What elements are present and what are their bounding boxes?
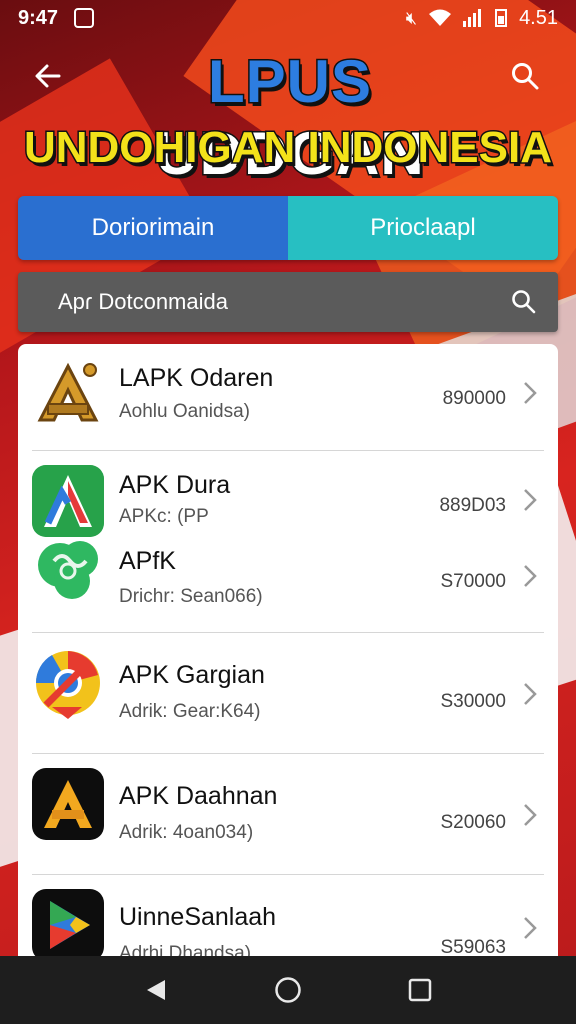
nav-recents-icon [408, 978, 432, 1002]
app-name: APfK [119, 547, 176, 575]
app-subtitle: APKc: (PP [119, 506, 209, 527]
app-name: APK Daahnan [119, 782, 278, 810]
tab-bar: Doriorimain Prioclaapl [18, 196, 558, 260]
app-name: APK Gargian [119, 661, 265, 689]
chevron-right-icon [524, 683, 537, 705]
gold-a-app-icon [37, 362, 99, 422]
chrome-like-app-icon [35, 651, 100, 719]
nav-recents-button[interactable] [405, 975, 435, 1005]
nav-home-button[interactable] [273, 975, 303, 1005]
search-icon [512, 63, 539, 90]
title-part-1: LPUS [206, 47, 373, 117]
page-subtitle: UNDOHIGAN INDONESIA [22, 122, 553, 174]
app-header: LPUS UDDGAN UNDOHIGAN INDONESIA [0, 40, 576, 190]
wifi-icon [429, 9, 452, 26]
app-name: APK Dura [119, 471, 231, 499]
tab-second[interactable]: Prioclaapl [288, 196, 558, 260]
status-time: 9:47 [18, 6, 59, 29]
play-store-icon [32, 889, 104, 956]
status-signal-text: 4.51 [519, 6, 558, 29]
app-price: S59063 [440, 937, 506, 956]
app-subtitle: Adrik: Gear:K64) [119, 701, 261, 722]
list-item[interactable]: UinneSanlaah Adrhi Dhandsa) S59063 [18, 875, 558, 956]
nav-back-icon [147, 980, 165, 1000]
app-price: 889D03 [439, 495, 506, 516]
status-bar: 9:47 🔇︎ 4.51 [0, 0, 576, 36]
chevron-right-icon [524, 917, 537, 939]
list-item[interactable]: APK Daahnan Adrik: 4oan034) S20060 [18, 754, 558, 874]
app-name: UinneSanlaah [119, 903, 277, 931]
list-item[interactable]: LAPK Odaren Aohlu Oanidsa) 890000 [18, 344, 558, 450]
chevron-right-icon [524, 489, 537, 511]
app-price: 890000 [442, 388, 506, 409]
list-item[interactable]: APfK Drichr: Sean066) S70000 [18, 531, 558, 631]
app-price: S70000 [440, 571, 506, 592]
nav-back-button[interactable] [141, 975, 171, 1005]
list-item[interactable]: APK Gargian Adrik: Gear:K64) S30000 [18, 633, 558, 753]
tab-first[interactable]: Doriorimain [18, 196, 288, 260]
search-input[interactable]: Apɾ Dotconmaida [58, 289, 510, 315]
app-price: S20060 [440, 812, 506, 833]
app-name: LAPK Odaren [119, 364, 274, 392]
back-button[interactable] [28, 56, 68, 96]
app-price: S30000 [440, 691, 506, 712]
app-subtitle: Adrhi Dhandsa) [119, 943, 252, 956]
arrow-left-icon [35, 64, 61, 88]
battery-icon [495, 9, 508, 27]
signal-icon [463, 9, 482, 27]
app-list: LAPK Odaren Aohlu Oanidsa) 890000 APK Du… [18, 344, 558, 956]
app-subtitle: Adrik: 4oan034) [119, 822, 254, 843]
app-subtitle: Aohlu Oanidsa) [119, 401, 250, 422]
green-chat-app-icon [38, 541, 98, 599]
search-icon[interactable] [510, 288, 538, 316]
green-a-app-icon [32, 465, 104, 537]
system-nav-bar [0, 956, 576, 1024]
app-subtitle: Drichr: Sean066) [119, 586, 263, 607]
mute-icon: 🔇︎ [405, 7, 418, 28]
search-bar[interactable]: Apɾ Dotconmaida [18, 272, 558, 332]
orange-a-app-icon [32, 768, 104, 840]
chevron-right-icon [524, 804, 537, 826]
nav-home-icon [275, 977, 301, 1003]
chevron-right-icon [524, 382, 537, 404]
header-search-button[interactable] [510, 56, 550, 96]
chevron-right-icon [524, 565, 537, 587]
list-item[interactable]: APK Dura APKc: (PP 889D03 [18, 451, 558, 537]
image-icon [74, 8, 95, 28]
